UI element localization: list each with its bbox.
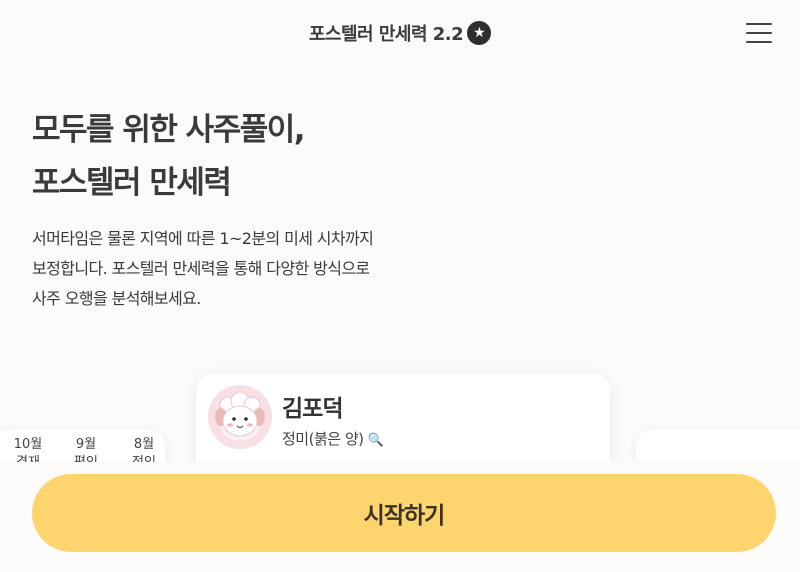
month-label: 8월 [133, 437, 155, 452]
hero-title: 모두를 위한 사주풀이, 포스텔러 만세력 [32, 104, 306, 210]
profile-subtitle-text: 정미(붉은 양) [282, 430, 364, 448]
hamburger-line-icon [746, 23, 772, 26]
hamburger-line-icon [746, 31, 772, 35]
month-label: 9월 [75, 437, 97, 452]
magnifier-icon[interactable]: 🔍 [368, 433, 384, 448]
hero-description: 서머타임은 물론 지역에 따른 1~2분의 미세 시차까지 보정합니다. 포스텔… [32, 224, 412, 314]
app-header: 포스텔러 만세력 2.2 ★ [0, 0, 800, 70]
start-button[interactable]: 시작하기 [32, 474, 776, 552]
sheep-avatar-icon [208, 385, 272, 449]
hamburger-line-icon [746, 40, 772, 43]
app-title-text: 포스텔러 만세력 2.2 [308, 24, 464, 45]
app-title: 포스텔러 만세력 2.2 ★ [0, 20, 800, 46]
profile-subtitle: 정미(붉은 양) 🔍 [282, 428, 384, 449]
hero-desc-line3: 사주 오행을 분석해보세요. [32, 289, 201, 308]
star-badge-icon: ★ [467, 21, 492, 45]
hero-desc-line2: 보정합니다. 포스텔러 만세력을 통해 다양한 방식으로 [32, 259, 370, 278]
month-label: 10월 [13, 437, 43, 452]
profile-name: 김포덕 [282, 396, 343, 422]
menu-button[interactable] [746, 23, 772, 43]
hero-desc-line1: 서머타임은 물론 지역에 따른 1~2분의 미세 시차까지 [32, 229, 374, 248]
hero-title-line1: 모두를 위한 사주풀이, [32, 112, 306, 148]
hero-title-line2: 포스텔러 만세력 [32, 165, 232, 201]
